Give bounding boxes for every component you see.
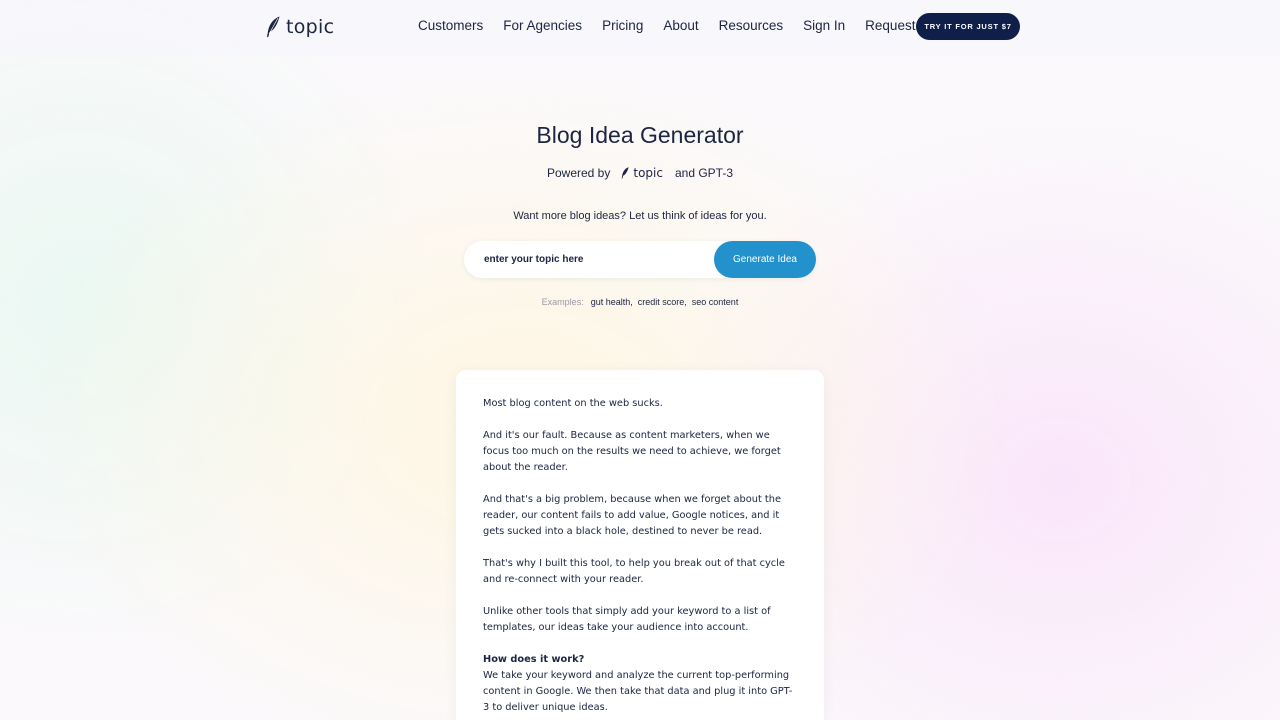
nav-about[interactable]: About bbox=[663, 18, 698, 33]
nav-resources[interactable]: Resources bbox=[719, 18, 784, 33]
generate-idea-button[interactable]: Generate Idea bbox=[714, 241, 816, 278]
powered-by-line: Powered by topic and GPT-3 bbox=[0, 166, 1280, 180]
example-credit-score[interactable]: credit score, bbox=[638, 297, 687, 307]
main-nav: Customers For Agencies Pricing About Res… bbox=[418, 18, 955, 33]
topic-logo[interactable]: topic bbox=[264, 14, 334, 40]
card-paragraph: Most blog content on the web sucks. bbox=[483, 398, 663, 409]
site-header: topic Customers For Agencies Pricing Abo… bbox=[0, 0, 1280, 56]
subtitle: Want more blog ideas? Let us think of id… bbox=[513, 210, 767, 222]
feather-icon bbox=[267, 16, 280, 38]
nav-customers[interactable]: Customers bbox=[418, 18, 483, 33]
example-gut-health[interactable]: gut health, bbox=[591, 297, 633, 307]
card-paragraph: Unlike other tools that simply add your … bbox=[483, 606, 771, 633]
page-title: Blog Idea Generator bbox=[536, 122, 744, 148]
nav-pricing[interactable]: Pricing bbox=[602, 18, 643, 33]
card-paragraph: And it's our fault. Because as content m… bbox=[483, 430, 781, 473]
feather-icon bbox=[622, 167, 629, 179]
powered-by-suffix: and GPT-3 bbox=[674, 166, 733, 180]
topic-search-form: Generate Idea bbox=[464, 241, 816, 278]
card-paragraph: That's why I built this tool, to help yo… bbox=[483, 558, 785, 585]
examples-label: Examples: bbox=[541, 297, 584, 307]
topic-input[interactable] bbox=[484, 241, 709, 278]
examples-row: Examples: gut health, credit score, seo … bbox=[0, 297, 1280, 307]
card-paragraph: And that's a big problem, because when w… bbox=[483, 494, 781, 537]
try-it-button[interactable]: TRY IT FOR JUST $7 bbox=[916, 13, 1020, 40]
nav-for-agencies[interactable]: For Agencies bbox=[503, 18, 582, 33]
powered-by-label: Powered by bbox=[546, 166, 611, 180]
example-seo-content[interactable]: seo content bbox=[692, 297, 739, 307]
nav-sign-in[interactable]: Sign In bbox=[803, 18, 845, 33]
intro-card: Most blog content on the web sucks. And … bbox=[456, 370, 824, 720]
how-it-works-body: We take your keyword and analyze the cur… bbox=[483, 670, 793, 713]
how-it-works-heading: How does it work? bbox=[483, 654, 585, 665]
logo-wordmark: topic bbox=[286, 16, 335, 38]
powered-logo-text: topic bbox=[633, 166, 663, 180]
powered-topic-logo: topic bbox=[620, 166, 663, 180]
